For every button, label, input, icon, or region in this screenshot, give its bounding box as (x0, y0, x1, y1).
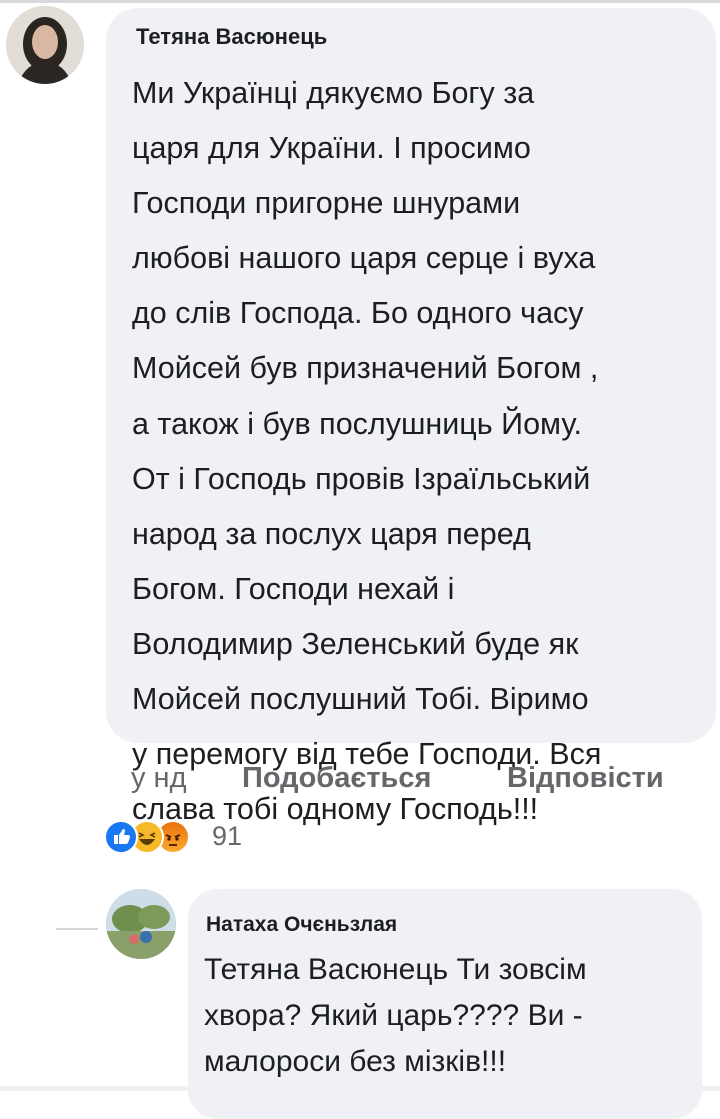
comment-line: Мойсей послушний Тобі. Віримо (132, 682, 589, 717)
comment-line: Мойсей був призначений Богом , (132, 351, 599, 386)
comment-line: Володимир Зеленський буде як (132, 626, 579, 661)
comment-author[interactable]: Тетяна Васюнець (136, 24, 327, 50)
user-photo-icon (6, 6, 84, 84)
reply-line: хвора? Який царь???? Ви - (204, 999, 583, 1032)
reply-bubble: Натаха Очєньзлая Тетяна Васюнець Ти зовс… (188, 889, 702, 1119)
top-divider (0, 0, 720, 3)
bottom-divider (0, 1086, 720, 1091)
like-button[interactable]: Подобається (242, 762, 431, 795)
reply-line: Тетяна Васюнець Ти зовсім (204, 953, 587, 986)
reply-author[interactable]: Натаха Очєньзлая (206, 913, 397, 937)
comment-line: любові нашого царя серце і вуха (132, 241, 596, 276)
comment-line: а також і був послушниць Йому. (132, 406, 583, 441)
comment-timestamp[interactable]: у нд (131, 762, 187, 795)
comment-line: Ми Українці дякуємо Богу за (132, 76, 535, 110)
avatar[interactable] (6, 6, 84, 84)
reply-avatar[interactable] (106, 889, 176, 959)
reaction-count: 91 (212, 821, 243, 851)
comment-line: до слів Господа. Бо одного часу (132, 296, 584, 331)
user-photo-icon (106, 889, 176, 959)
reply-button[interactable]: Відповісти (507, 762, 664, 795)
comment-line: От і Господь провів Ізраїльський (132, 461, 591, 496)
thread-connector (56, 928, 98, 930)
comment-line: Господи пригорне шнурами (132, 186, 521, 221)
comment-text: Ми Українці дякуємо Богу за царя для Укр… (132, 66, 702, 837)
comment-line: народ за послух царя перед (132, 516, 531, 551)
reply-text: Тетяна Васюнець Ти зовсім хвора? Який ца… (204, 947, 694, 1085)
comment-bubble: Тетяна Васюнець Ми Українці дякуємо Богу… (106, 8, 716, 826)
like-icon (104, 820, 138, 854)
comment-line: царя для України. І просимо (132, 131, 531, 166)
reply-line: малороси без мізків!!! (204, 1045, 507, 1078)
comment-line: Богом. Господи нехай і (132, 571, 455, 606)
